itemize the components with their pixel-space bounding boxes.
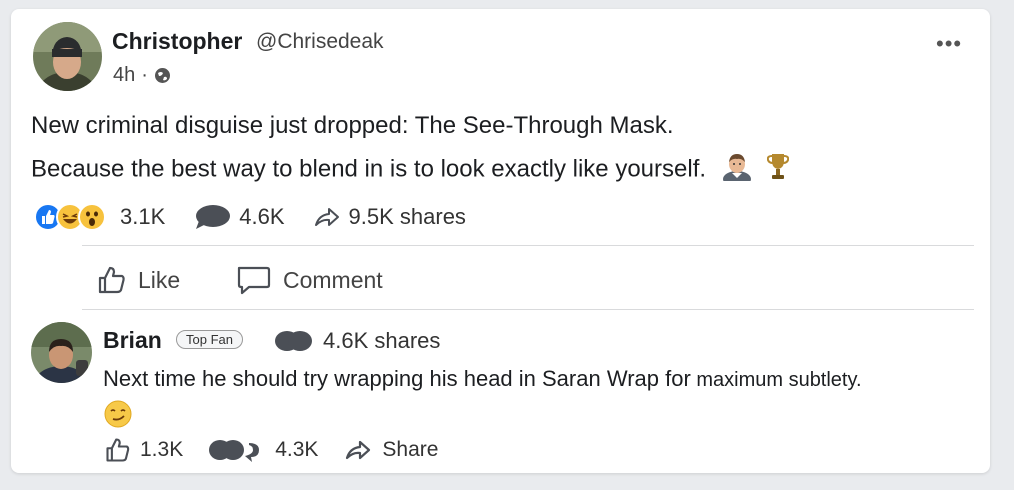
comment-shares-text: 4.6K shares <box>323 328 441 353</box>
comment-bubble-icon <box>275 331 312 351</box>
comment-bubble-icon <box>209 440 260 462</box>
meta-separator: · <box>141 64 148 86</box>
comment-likes-count: 1.3K <box>140 438 184 461</box>
reaction-summary[interactable] <box>34 203 106 231</box>
comment-like-button[interactable]: 1.3K <box>104 436 183 464</box>
divider <box>82 309 974 310</box>
post-meta: 4h · <box>113 64 171 87</box>
commenter-avatar[interactable] <box>31 322 92 383</box>
comment-actions: 1.3K 4.3K Share <box>104 434 462 466</box>
author-avatar[interactable] <box>33 22 102 91</box>
author-handle[interactable]: @Chrisedeak <box>256 30 384 54</box>
audience-icon <box>154 68 170 83</box>
top-fan-badge: Top Fan <box>176 330 243 349</box>
share-arrow-icon <box>314 208 339 226</box>
comment-text: Next time he should try wrapping his hea… <box>103 365 862 394</box>
reactions-count[interactable]: 3.1K <box>120 204 165 230</box>
post-text-line-1: New criminal disguise just dropped: The … <box>31 112 674 139</box>
smirk-face-icon <box>103 399 133 434</box>
shares-count[interactable]: 9.5K shares <box>313 204 466 230</box>
share-label: Share <box>382 438 439 461</box>
comment-reply-count[interactable]: 4.3K <box>207 437 318 463</box>
thumbs-up-icon <box>106 438 130 462</box>
post-text-line-2: Because the best way to blend in is to l… <box>31 151 790 189</box>
comment-icon <box>237 266 271 295</box>
reactions-count-value: 3.1K <box>120 204 166 229</box>
comment-button[interactable]: Comment <box>235 262 383 298</box>
comment-label: Comment <box>283 266 383 293</box>
trophy-icon <box>767 151 790 189</box>
post-time[interactable]: 4h <box>113 64 135 87</box>
man-face-icon <box>721 151 753 189</box>
like-button[interactable]: Like <box>96 262 180 298</box>
comment-text-main: Next time he should try wrapping his hea… <box>103 366 691 391</box>
more-options-icon[interactable]: ••• <box>936 31 962 57</box>
comments-count[interactable]: 4.6K <box>193 203 285 231</box>
thumbs-up-icon <box>98 266 125 294</box>
author-name[interactable]: Christopher <box>112 28 242 55</box>
like-label: Like <box>138 266 181 293</box>
comment-share-button[interactable]: Share <box>342 438 438 462</box>
post-text-line-2-text: Because the best way to blend in is to l… <box>31 155 707 183</box>
comment-bubble-icon <box>196 205 231 229</box>
comments-count-value: 4.6K <box>239 204 285 229</box>
post-card: Christopher @Chrisedeak 4h · ••• New cri… <box>11 9 990 473</box>
comment-shares[interactable]: 4.6K shares <box>273 327 440 355</box>
divider <box>82 245 974 246</box>
commenter-name[interactable]: Brian <box>103 327 162 354</box>
wow-reaction-icon <box>78 203 106 231</box>
comment-replies-count: 4.3K <box>275 438 319 461</box>
shares-text: 9.5K shares <box>348 204 466 229</box>
share-arrow-icon <box>346 440 371 460</box>
comment-text-tail: maximum subtlety. <box>690 369 862 391</box>
post-stats: 3.1K 4.6K 9.5K shares <box>34 200 494 234</box>
